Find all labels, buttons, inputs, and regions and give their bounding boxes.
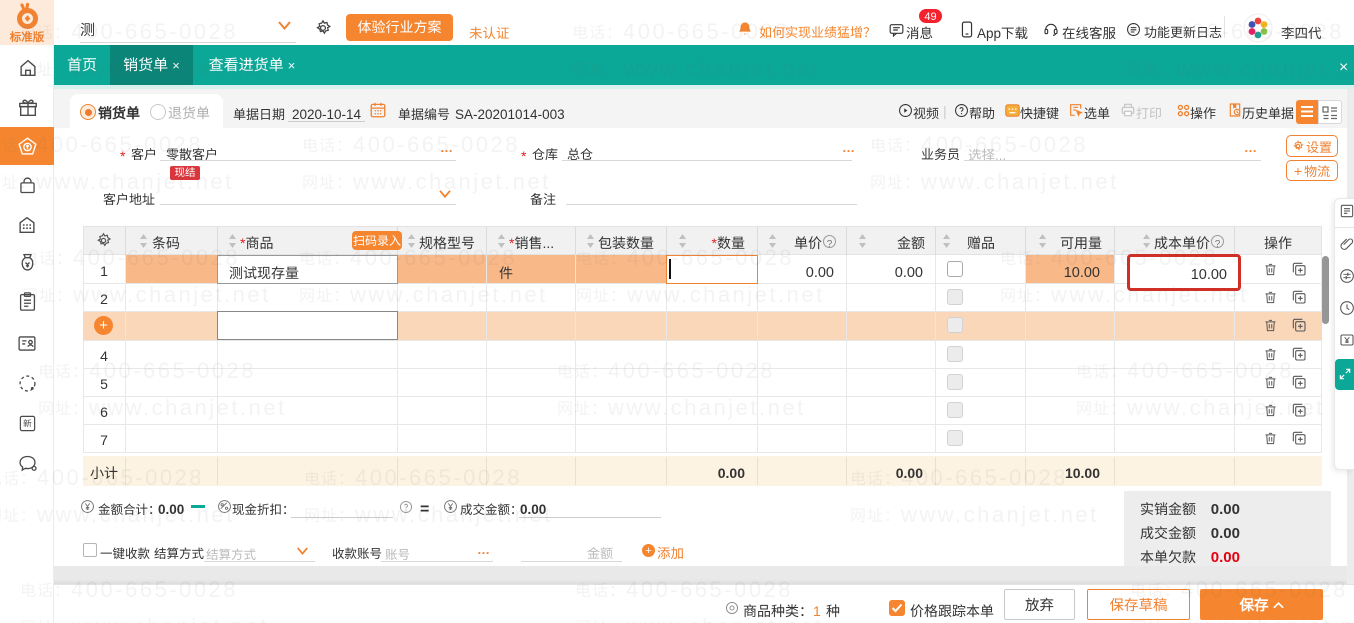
svg-text:新: 新 (23, 417, 32, 430)
